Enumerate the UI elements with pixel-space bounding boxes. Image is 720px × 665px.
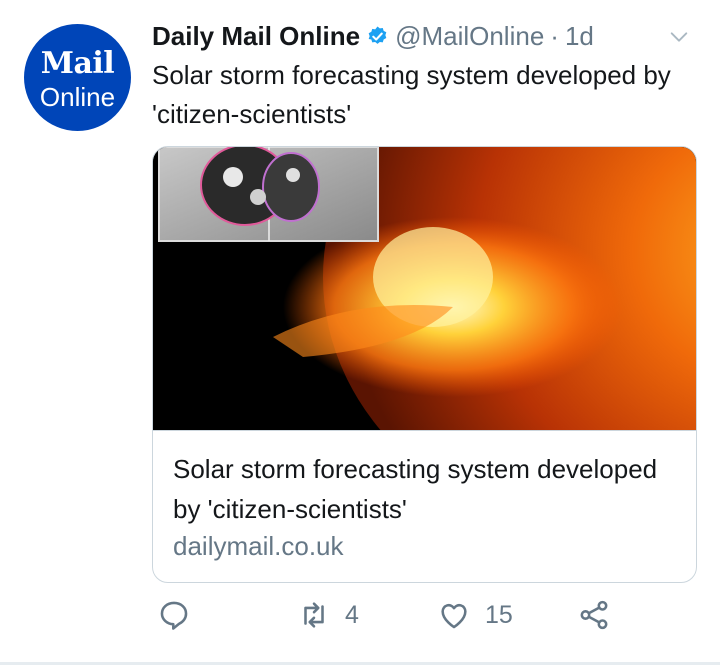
like-count: 15: [485, 600, 513, 629]
chevron-down-icon[interactable]: [668, 26, 690, 48]
link-card[interactable]: Solar storm forecasting system developed…: [152, 146, 697, 583]
account-name[interactable]: Daily Mail Online: [152, 21, 360, 52]
tweet-text: Solar storm forecasting system developed…: [152, 60, 671, 129]
avatar-logo-line2: Online: [39, 82, 116, 112]
like-button[interactable]: 15: [437, 598, 513, 632]
avatar[interactable]: Mail Online: [24, 24, 131, 131]
card-image-solar-flare: [153, 147, 696, 430]
tweet-actions: 4 15: [152, 598, 712, 648]
timestamp[interactable]: 1d: [565, 21, 594, 52]
card-title[interactable]: Solar storm forecasting system developed…: [173, 449, 678, 529]
share-icon: [580, 600, 608, 630]
retweet-count: 4: [345, 600, 359, 629]
retweet-icon: [304, 602, 324, 628]
reply-button[interactable]: [157, 598, 205, 632]
heart-icon: [441, 603, 467, 629]
account-handle[interactable]: @MailOnline: [395, 21, 544, 52]
avatar-logo-line1: Mail: [40, 46, 115, 81]
tweet-header: Daily Mail Online @MailOnline · 1d: [152, 18, 700, 54]
card-domain: dailymail.co.uk: [173, 531, 344, 561]
retweet-button[interactable]: 4: [297, 598, 359, 632]
verified-badge-icon: [368, 25, 387, 44]
separator-dot: ·: [550, 20, 559, 51]
reply-icon: [160, 601, 188, 630]
share-button[interactable]: [577, 598, 611, 632]
card-body: Solar storm forecasting system developed…: [153, 430, 696, 582]
